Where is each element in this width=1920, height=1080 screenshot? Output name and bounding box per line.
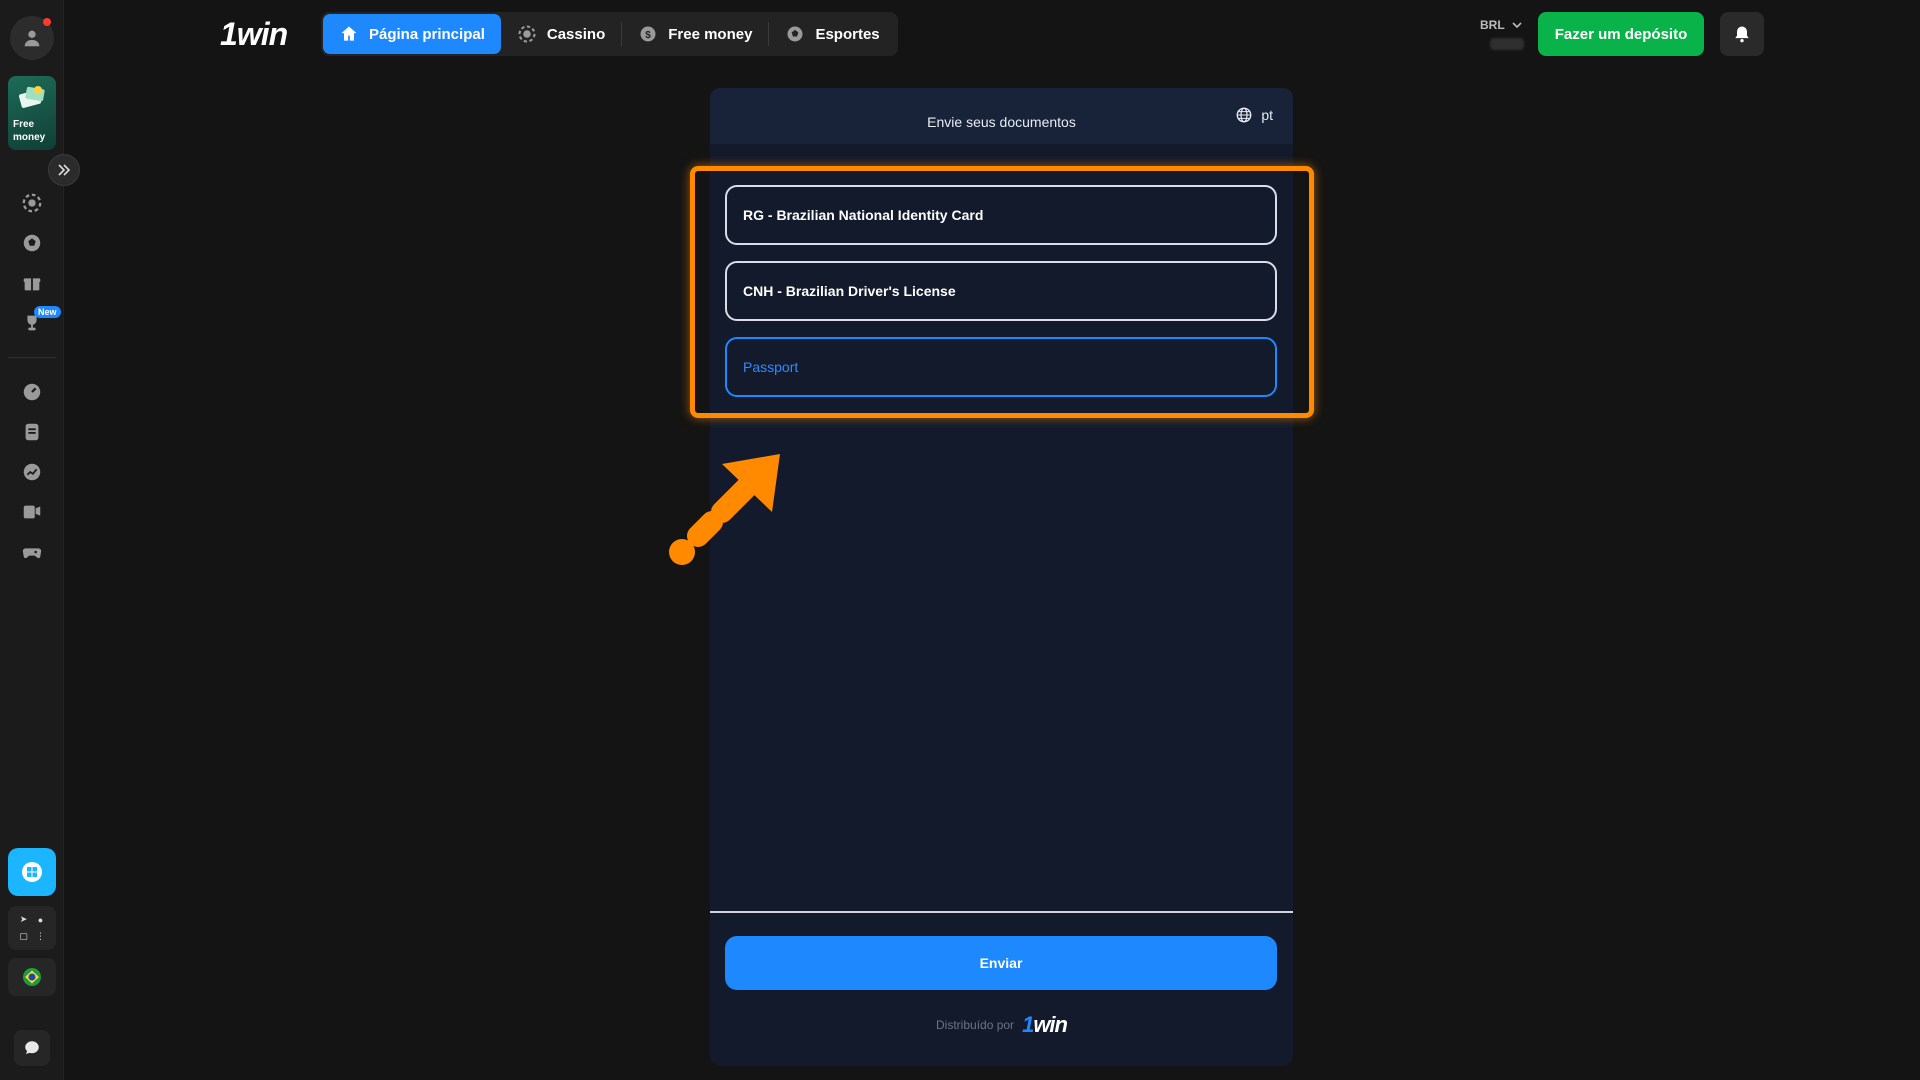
sidebar-item-history[interactable] xyxy=(18,418,46,446)
live-games-icon xyxy=(23,505,41,519)
sidebar-item-sports[interactable] xyxy=(18,229,46,257)
user-avatar[interactable] xyxy=(10,16,54,60)
currency-selector[interactable]: BRL xyxy=(1480,18,1523,32)
telegram-icon[interactable]: ➤ xyxy=(16,912,31,927)
gift-icon xyxy=(23,278,41,291)
home-icon xyxy=(341,26,357,41)
powered-by: Distribuído por 1win xyxy=(936,1012,1068,1037)
user-icon xyxy=(24,30,40,47)
submit-button[interactable]: Enviar xyxy=(725,936,1277,990)
sidebar: Free money New ➤ ● ▢ ⋮ xyxy=(0,0,80,1080)
casino-chip-icon xyxy=(22,193,42,213)
soccer-ball-icon xyxy=(787,26,803,42)
nav-casino[interactable]: Cassino xyxy=(501,14,621,54)
soccer-ball-icon xyxy=(23,234,41,252)
sidebar-item-games[interactable] xyxy=(18,538,46,566)
notifications-button[interactable] xyxy=(1720,12,1764,56)
panel-divider xyxy=(710,911,1293,913)
powered-logo: 1win xyxy=(1022,1012,1068,1037)
balance-hidden xyxy=(1490,38,1524,50)
document-list-icon xyxy=(25,423,39,441)
chat-bubble-icon xyxy=(25,1041,39,1054)
chevron-down-icon xyxy=(1512,22,1522,29)
more-dots-icon[interactable]: ⋮ xyxy=(33,929,48,944)
sidebar-item-fast-games[interactable] xyxy=(18,378,46,406)
free-money-promo[interactable]: Free money xyxy=(8,76,56,150)
instagram-icon[interactable]: ▢ xyxy=(16,929,31,944)
windows-app-button[interactable] xyxy=(8,848,56,896)
expand-sidebar-button[interactable] xyxy=(48,154,80,186)
nav-free-money[interactable]: $ Free money xyxy=(622,14,768,54)
speedometer-icon xyxy=(23,383,41,401)
new-badge: New xyxy=(34,306,61,318)
annotation-arrow-icon xyxy=(669,454,780,565)
windows-icon xyxy=(22,862,42,882)
language-switch[interactable]: pt xyxy=(1235,106,1273,124)
sidebar-item-live-games[interactable] xyxy=(18,498,46,526)
nav-home[interactable]: Página principal xyxy=(323,14,501,54)
sidebar-item-statistics[interactable] xyxy=(18,458,46,486)
support-chat-button[interactable] xyxy=(14,1030,50,1066)
language-flag-button[interactable] xyxy=(8,958,56,996)
casino-chip-icon xyxy=(518,25,536,43)
annotation-highlight-box xyxy=(690,166,1314,418)
sidebar-item-casino[interactable] xyxy=(18,189,46,217)
svg-text:$: $ xyxy=(645,30,651,41)
double-chevron-right-icon xyxy=(58,164,71,176)
gamepad-icon xyxy=(22,548,42,559)
main-navigation: Página principal Cassino $ Free money Es… xyxy=(321,12,898,56)
notification-dot xyxy=(43,18,51,26)
deposit-button[interactable]: Fazer um depósito xyxy=(1538,12,1704,56)
promo-label: Free money xyxy=(13,119,46,143)
sidebar-divider xyxy=(8,357,56,358)
sidebar-item-gifts[interactable] xyxy=(18,269,46,297)
social-links: ➤ ● ▢ ⋮ xyxy=(8,906,56,950)
bell-icon xyxy=(1735,26,1749,43)
globe-icon xyxy=(1236,107,1252,123)
whatsapp-icon[interactable]: ● xyxy=(33,912,48,927)
trend-chart-icon xyxy=(23,463,41,481)
dollar-coin-icon: $ xyxy=(640,26,656,42)
panel-title: Envie seus documentos xyxy=(927,114,1076,130)
brazil-flag-icon xyxy=(23,968,41,986)
nav-sports[interactable]: Esportes xyxy=(769,14,895,54)
money-promo-icon xyxy=(18,86,45,108)
brand-logo[interactable]: 1win xyxy=(220,16,288,53)
